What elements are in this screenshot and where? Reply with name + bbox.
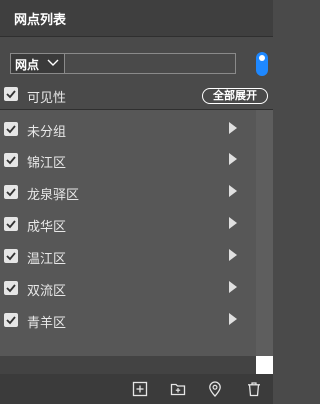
expand-all-button[interactable]: 全部展开 [202,88,268,104]
group-label: 青羊区 [27,316,67,331]
checkmark-icon [6,125,16,134]
location-pin-icon[interactable] [207,381,223,397]
group-list: 未分组 锦江区 龙泉驿区 成华区 温江区 双流区 青羊区 [0,110,256,356]
panel-header: 网点列表 [0,0,273,37]
expand-arrow-icon[interactable] [229,217,237,229]
checkmark-icon [6,188,16,197]
group-checkbox[interactable] [4,185,18,199]
group-checkbox[interactable] [4,153,18,167]
trash-icon[interactable] [246,381,262,397]
checkmark-icon [6,252,16,261]
visibility-checkbox[interactable] [4,87,18,101]
group-label: 成华区 [27,220,67,235]
expand-arrow-icon[interactable] [229,185,237,197]
list-item[interactable]: 成华区 [0,211,256,237]
group-checkbox[interactable] [4,249,18,263]
expand-arrow-icon[interactable] [229,153,237,165]
horizontal-scrollbar[interactable] [0,356,256,374]
group-label: 双流区 [27,284,67,299]
search-bar: 网点 [10,53,236,74]
checkmark-icon [6,284,16,293]
search-type-select[interactable]: 网点 [11,54,65,73]
vertical-scrollbar[interactable] [256,110,273,356]
checkmark-icon [6,156,16,165]
visibility-row: 可见性 全部展开 [0,84,273,110]
list-item[interactable]: 锦江区 [0,147,256,173]
outlet-list-panel: 网点列表 网点 可见性 全部展开 未分组 锦江区 龙泉驿区 成华区 温江区 双流… [0,0,273,404]
expand-arrow-icon[interactable] [229,249,237,261]
group-label: 未分组 [27,125,67,140]
add-square-icon[interactable] [132,381,148,397]
group-checkbox[interactable] [4,122,18,136]
list-item[interactable]: 龙泉驿区 [0,179,256,205]
footer-toolbar [0,374,273,404]
group-checkbox[interactable] [4,281,18,295]
group-checkbox[interactable] [4,313,18,327]
visibility-label: 可见性 [27,91,67,106]
list-item[interactable]: 未分组 [0,116,256,142]
add-folder-icon[interactable] [170,381,186,397]
list-item[interactable]: 双流区 [0,275,256,301]
expand-arrow-icon[interactable] [229,122,237,134]
list-item[interactable]: 青羊区 [0,307,256,333]
group-label: 龙泉驿区 [27,188,80,203]
panel-title: 网点列表 [14,13,67,28]
checkmark-icon [6,316,16,325]
search-type-value: 网点 [15,58,40,72]
search-input[interactable] [65,54,235,73]
toggle-switch[interactable] [256,52,268,76]
checkmark-icon [6,220,16,229]
scrollbar-corner [256,356,273,374]
expand-arrow-icon[interactable] [229,313,237,325]
group-checkbox[interactable] [4,217,18,231]
checkmark-icon [6,90,16,99]
expand-arrow-icon[interactable] [229,281,237,293]
chevron-down-icon [47,59,59,66]
group-label: 温江区 [27,252,67,267]
group-label: 锦江区 [27,156,67,171]
toggle-knob [259,55,265,61]
list-item[interactable]: 温江区 [0,243,256,269]
